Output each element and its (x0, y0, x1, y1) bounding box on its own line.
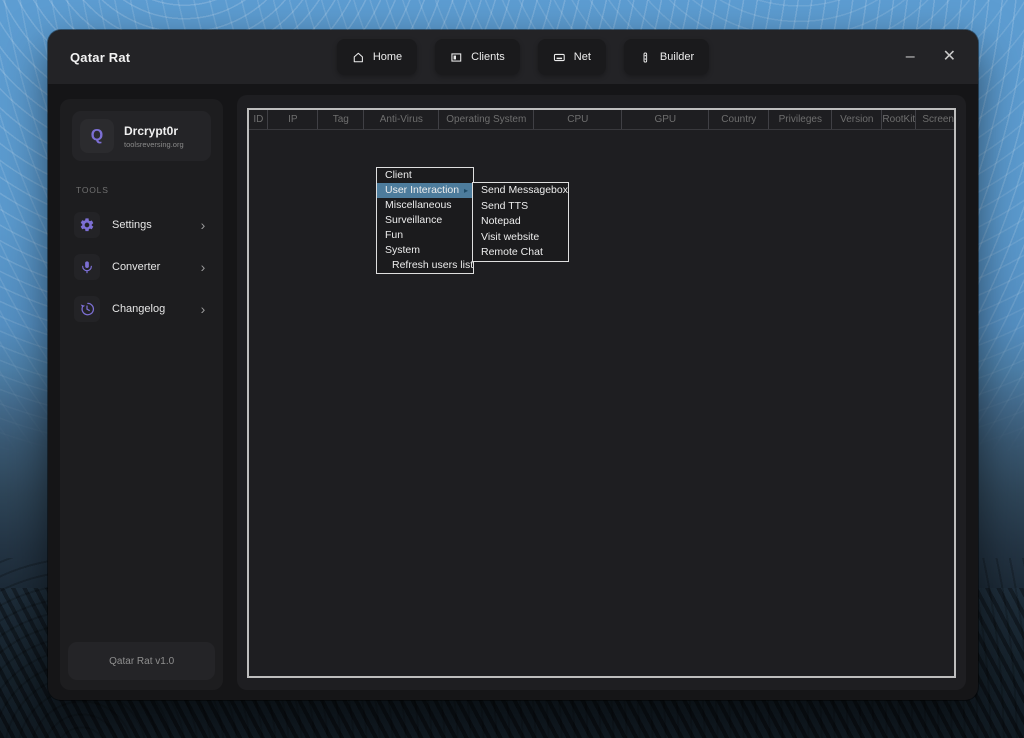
chevron-right-icon: › (201, 302, 210, 316)
gear-icon (74, 212, 100, 238)
column-header-id[interactable]: ID (249, 110, 268, 129)
avatar: Q (80, 119, 114, 153)
minimize-icon[interactable]: – (902, 45, 919, 69)
profile-name: Drcrypt0r (124, 124, 184, 138)
chevron-right-icon: › (201, 218, 210, 232)
column-header-gpu[interactable]: GPU (622, 110, 709, 129)
history-icon (74, 296, 100, 322)
home-icon (352, 51, 365, 64)
submenu-item-send-messagebox[interactable]: Send Messagebox (473, 183, 568, 199)
profile-subtitle: toolsreversing.org (124, 140, 184, 149)
column-header-antivirus[interactable]: Anti-Virus (364, 110, 439, 129)
column-header-country[interactable]: Country (709, 110, 769, 129)
context-menu-item-fun[interactable]: Fun (377, 228, 473, 243)
sidebar-item-changelog[interactable]: Changelog › (68, 289, 215, 329)
net-icon (553, 51, 566, 64)
submenu-item-remote-chat[interactable]: Remote Chat (473, 245, 568, 261)
sidebar-item-converter[interactable]: Converter › (68, 247, 215, 287)
nav-home-label: Home (373, 51, 402, 63)
window-body: Q Drcrypt0r toolsreversing.org TOOLS Set… (48, 84, 978, 700)
sidebar: Q Drcrypt0r toolsreversing.org TOOLS Set… (60, 99, 223, 690)
context-menu-item-client[interactable]: Client (377, 168, 473, 183)
clients-table: ID IP Tag Anti-Virus Operating System CP… (247, 108, 956, 678)
avatar-initial: Q (91, 127, 103, 145)
app-title: Qatar Rat (48, 50, 130, 65)
submenu-item-notepad[interactable]: Notepad (473, 214, 568, 230)
context-menu-item-refresh-users-list[interactable]: Refresh users list (377, 258, 473, 273)
converter-icon (74, 254, 100, 280)
table-header-row: ID IP Tag Anti-Virus Operating System CP… (249, 110, 954, 130)
context-menu-item-miscellaneous[interactable]: Miscellaneous (377, 198, 473, 213)
submenu-arrow-icon: ▸ (464, 183, 468, 198)
column-header-privileges[interactable]: Privileges (769, 110, 832, 129)
context-menu: Client User Interaction ▸ Miscellaneous … (376, 167, 474, 274)
column-header-rootkit[interactable]: RootKit (882, 110, 916, 129)
submenu-item-send-tts[interactable]: Send TTS (473, 199, 568, 215)
nav-clients-label: Clients (471, 51, 505, 63)
profile-text: Drcrypt0r toolsreversing.org (124, 124, 184, 149)
builder-icon (639, 51, 652, 64)
nav-bar: Home Clients Net (337, 39, 709, 75)
nav-net-button[interactable]: Net (538, 39, 606, 75)
sidebar-item-settings-label: Settings (112, 219, 189, 231)
sidebar-item-changelog-label: Changelog (112, 303, 189, 315)
profile-card[interactable]: Q Drcrypt0r toolsreversing.org (72, 111, 211, 161)
column-header-version[interactable]: Version (832, 110, 882, 129)
column-header-cpu[interactable]: CPU (534, 110, 622, 129)
column-header-tag[interactable]: Tag (318, 110, 364, 129)
tools-section-label: TOOLS (76, 185, 215, 195)
sidebar-item-settings[interactable]: Settings › (68, 205, 215, 245)
app-window: Qatar Rat Home Clients (48, 30, 978, 700)
user-interaction-submenu: Send Messagebox Send TTS Notepad Visit w… (472, 182, 569, 262)
column-header-ip[interactable]: IP (268, 110, 318, 129)
context-menu-item-surveillance[interactable]: Surveillance (377, 213, 473, 228)
nav-home-button[interactable]: Home (337, 39, 417, 75)
nav-builder-button[interactable]: Builder (624, 39, 709, 75)
version-badge: Qatar Rat v1.0 (68, 642, 215, 680)
main-panel: ID IP Tag Anti-Virus Operating System CP… (237, 95, 966, 690)
context-menu-item-system[interactable]: System (377, 243, 473, 258)
nav-net-label: Net (574, 51, 591, 63)
titlebar: Qatar Rat Home Clients (48, 30, 978, 84)
close-icon[interactable]: ✕ (939, 45, 960, 69)
clients-icon (450, 51, 463, 64)
desktop-background: Qatar Rat Home Clients (0, 0, 1024, 738)
window-controls: – ✕ (902, 30, 960, 84)
nav-builder-label: Builder (660, 51, 694, 63)
column-header-screen[interactable]: Screen (916, 110, 954, 129)
column-header-os[interactable]: Operating System (439, 110, 534, 129)
nav-clients-button[interactable]: Clients (435, 39, 520, 75)
chevron-right-icon: › (201, 260, 210, 274)
sidebar-item-converter-label: Converter (112, 261, 189, 273)
submenu-item-visit-website[interactable]: Visit website (473, 230, 568, 246)
context-menu-item-user-interaction-label: User Interaction (385, 184, 459, 196)
context-menu-item-user-interaction[interactable]: User Interaction ▸ (377, 183, 473, 198)
